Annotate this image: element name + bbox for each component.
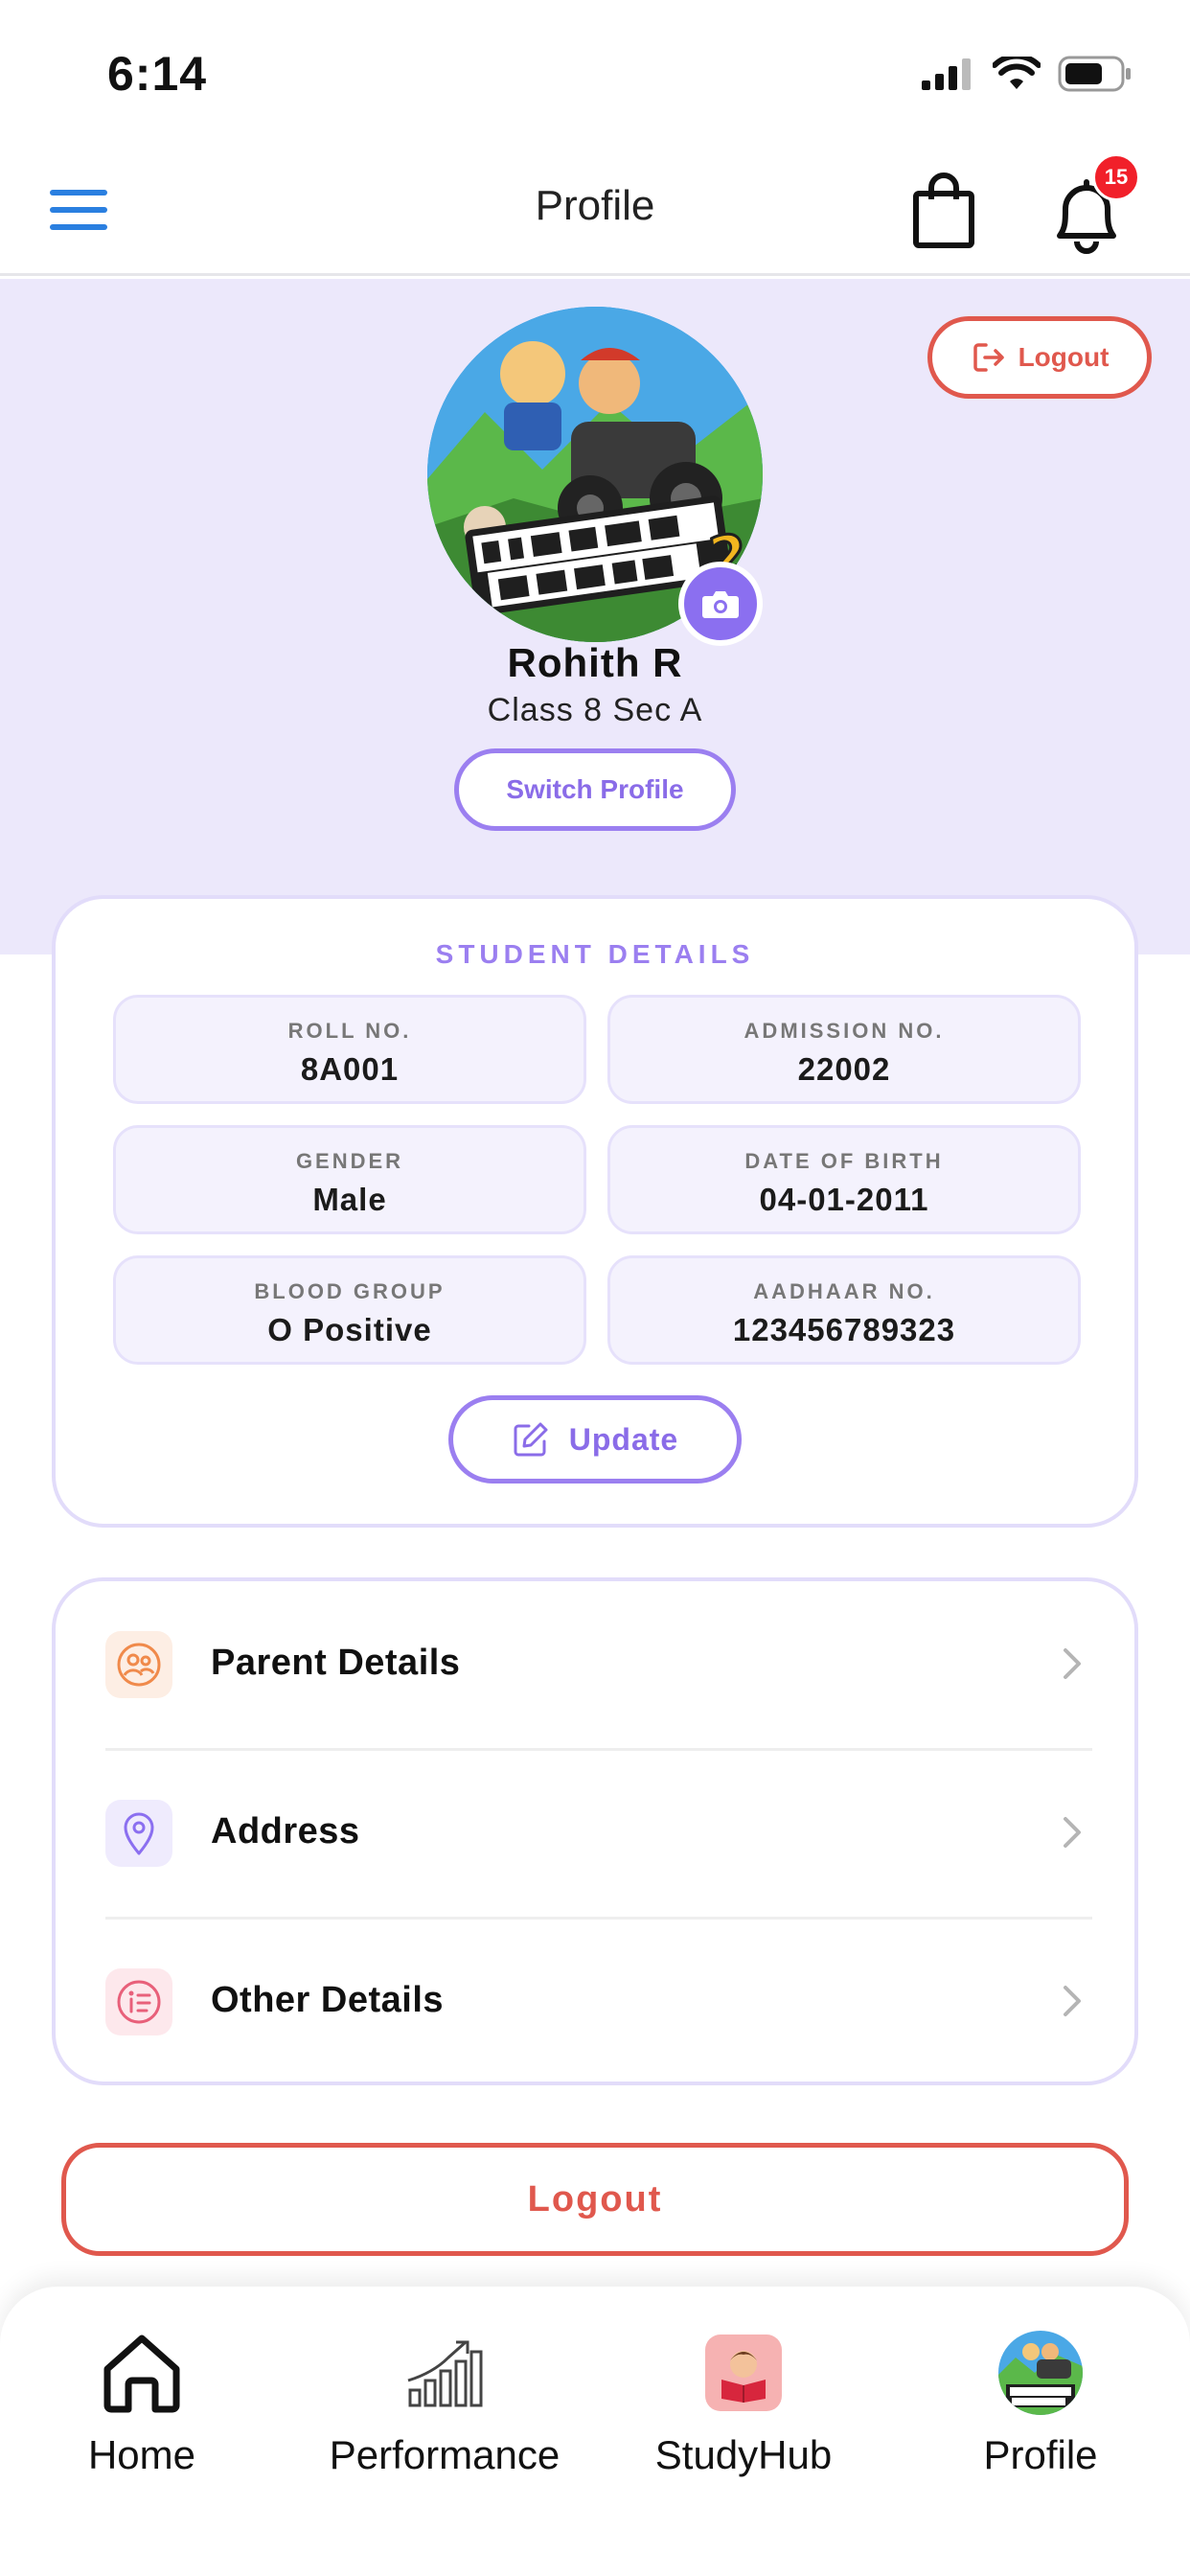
detail-label: GENDER <box>295 1149 404 1173</box>
info-list-icon <box>105 1968 172 2036</box>
notification-count-badge: 15 <box>1092 153 1140 201</box>
student-details-card: STUDENT DETAILS ROLL NO. 8A001 ADMISSION… <box>52 895 1138 1528</box>
tab-studyhub[interactable]: StudyHub <box>619 2329 868 2478</box>
bottom-tab-bar: Home Performance StudyHub Profile <box>0 2287 1190 2576</box>
update-label: Update <box>568 1421 679 1457</box>
chevron-right-icon <box>1064 1648 1081 1679</box>
growth-chart-icon <box>407 2340 483 2407</box>
logout-icon <box>973 343 1004 372</box>
detail-tile-gender: GENDER Male <box>113 1125 586 1234</box>
switch-profile-button[interactable]: Switch Profile <box>454 748 736 831</box>
detail-value: 123456789323 <box>732 1312 956 1347</box>
page-title: Profile <box>535 182 655 229</box>
camera-icon <box>702 591 739 618</box>
tab-label: Profile <box>983 2432 1098 2477</box>
shopping-bag-icon[interactable] <box>910 172 977 249</box>
detail-label: AADHAAR NO. <box>753 1279 935 1303</box>
status-time: 6:14 <box>107 47 208 101</box>
change-photo-button[interactable] <box>678 562 763 646</box>
tab-profile[interactable]: Profile <box>916 2329 1165 2478</box>
menu-label: Address <box>211 1811 360 1852</box>
location-pin-icon <box>105 1800 172 1867</box>
detail-tile-date-of-birth: DATE OF BIRTH 04-01-2011 <box>607 1125 1081 1234</box>
detail-label: ROLL NO. <box>287 1019 412 1043</box>
tab-performance[interactable]: Performance <box>320 2329 569 2478</box>
student-class: Class 8 Sec A <box>487 692 703 728</box>
tab-label: Performance <box>329 2432 561 2477</box>
cellular-signal-icon <box>922 58 971 90</box>
tab-label: Home <box>87 2432 196 2477</box>
logout-pill-label: Logout <box>1018 342 1110 372</box>
detail-value: O Positive <box>267 1312 432 1347</box>
menu-row-other-details[interactable]: Other Details <box>105 1919 1092 2085</box>
menu-label: Parent Details <box>211 1643 461 1683</box>
status-bar: 6:14 <box>0 0 1190 144</box>
detail-label: BLOOD GROUP <box>254 1279 446 1303</box>
chevron-right-icon <box>1064 1817 1081 1848</box>
detail-value: 22002 <box>797 1051 891 1087</box>
status-icons <box>922 56 1133 92</box>
detail-value: 8A001 <box>300 1051 400 1087</box>
logout-pill-button[interactable]: Logout <box>927 316 1152 399</box>
detail-value: 04-01-2011 <box>759 1182 929 1217</box>
battery-icon <box>1058 56 1131 92</box>
edit-icon <box>514 1422 548 1457</box>
detail-tile-aadhaar-no: AADHAAR NO. 123456789323 <box>607 1255 1081 1365</box>
home-icon <box>103 2334 180 2413</box>
detail-label: DATE OF BIRTH <box>744 1149 944 1173</box>
student-name: Rohith R <box>507 640 683 685</box>
detail-value: Male <box>312 1182 387 1217</box>
app-header: Profile <box>0 144 1190 276</box>
detail-label: ADMISSION NO. <box>744 1019 945 1043</box>
update-button[interactable]: Update <box>448 1395 742 1484</box>
student-details-title: STUDENT DETAILS <box>435 939 755 969</box>
menu-row-address[interactable]: Address <box>105 1750 1092 1917</box>
menu-label: Other Details <box>211 1980 445 2020</box>
tab-label: StudyHub <box>654 2432 833 2477</box>
detail-tile-admission-no: ADMISSION NO. 22002 <box>607 995 1081 1104</box>
parents-icon <box>105 1631 172 1698</box>
chevron-right-icon <box>1064 1986 1081 2016</box>
detail-tile-roll-no: ROLL NO. 8A001 <box>113 995 586 1104</box>
logout-button[interactable]: Logout <box>61 2143 1129 2256</box>
menu-row-parent-details[interactable]: Parent Details <box>105 1581 1092 1748</box>
reading-boy-icon <box>705 2334 782 2411</box>
tab-home[interactable]: Home <box>17 2329 266 2478</box>
profile-avatar-icon <box>998 2331 1083 2415</box>
wifi-icon <box>993 57 1041 89</box>
detail-tile-blood-group: BLOOD GROUP O Positive <box>113 1255 586 1365</box>
profile-menu-card: Parent Details Address Other Details <box>52 1577 1138 2085</box>
